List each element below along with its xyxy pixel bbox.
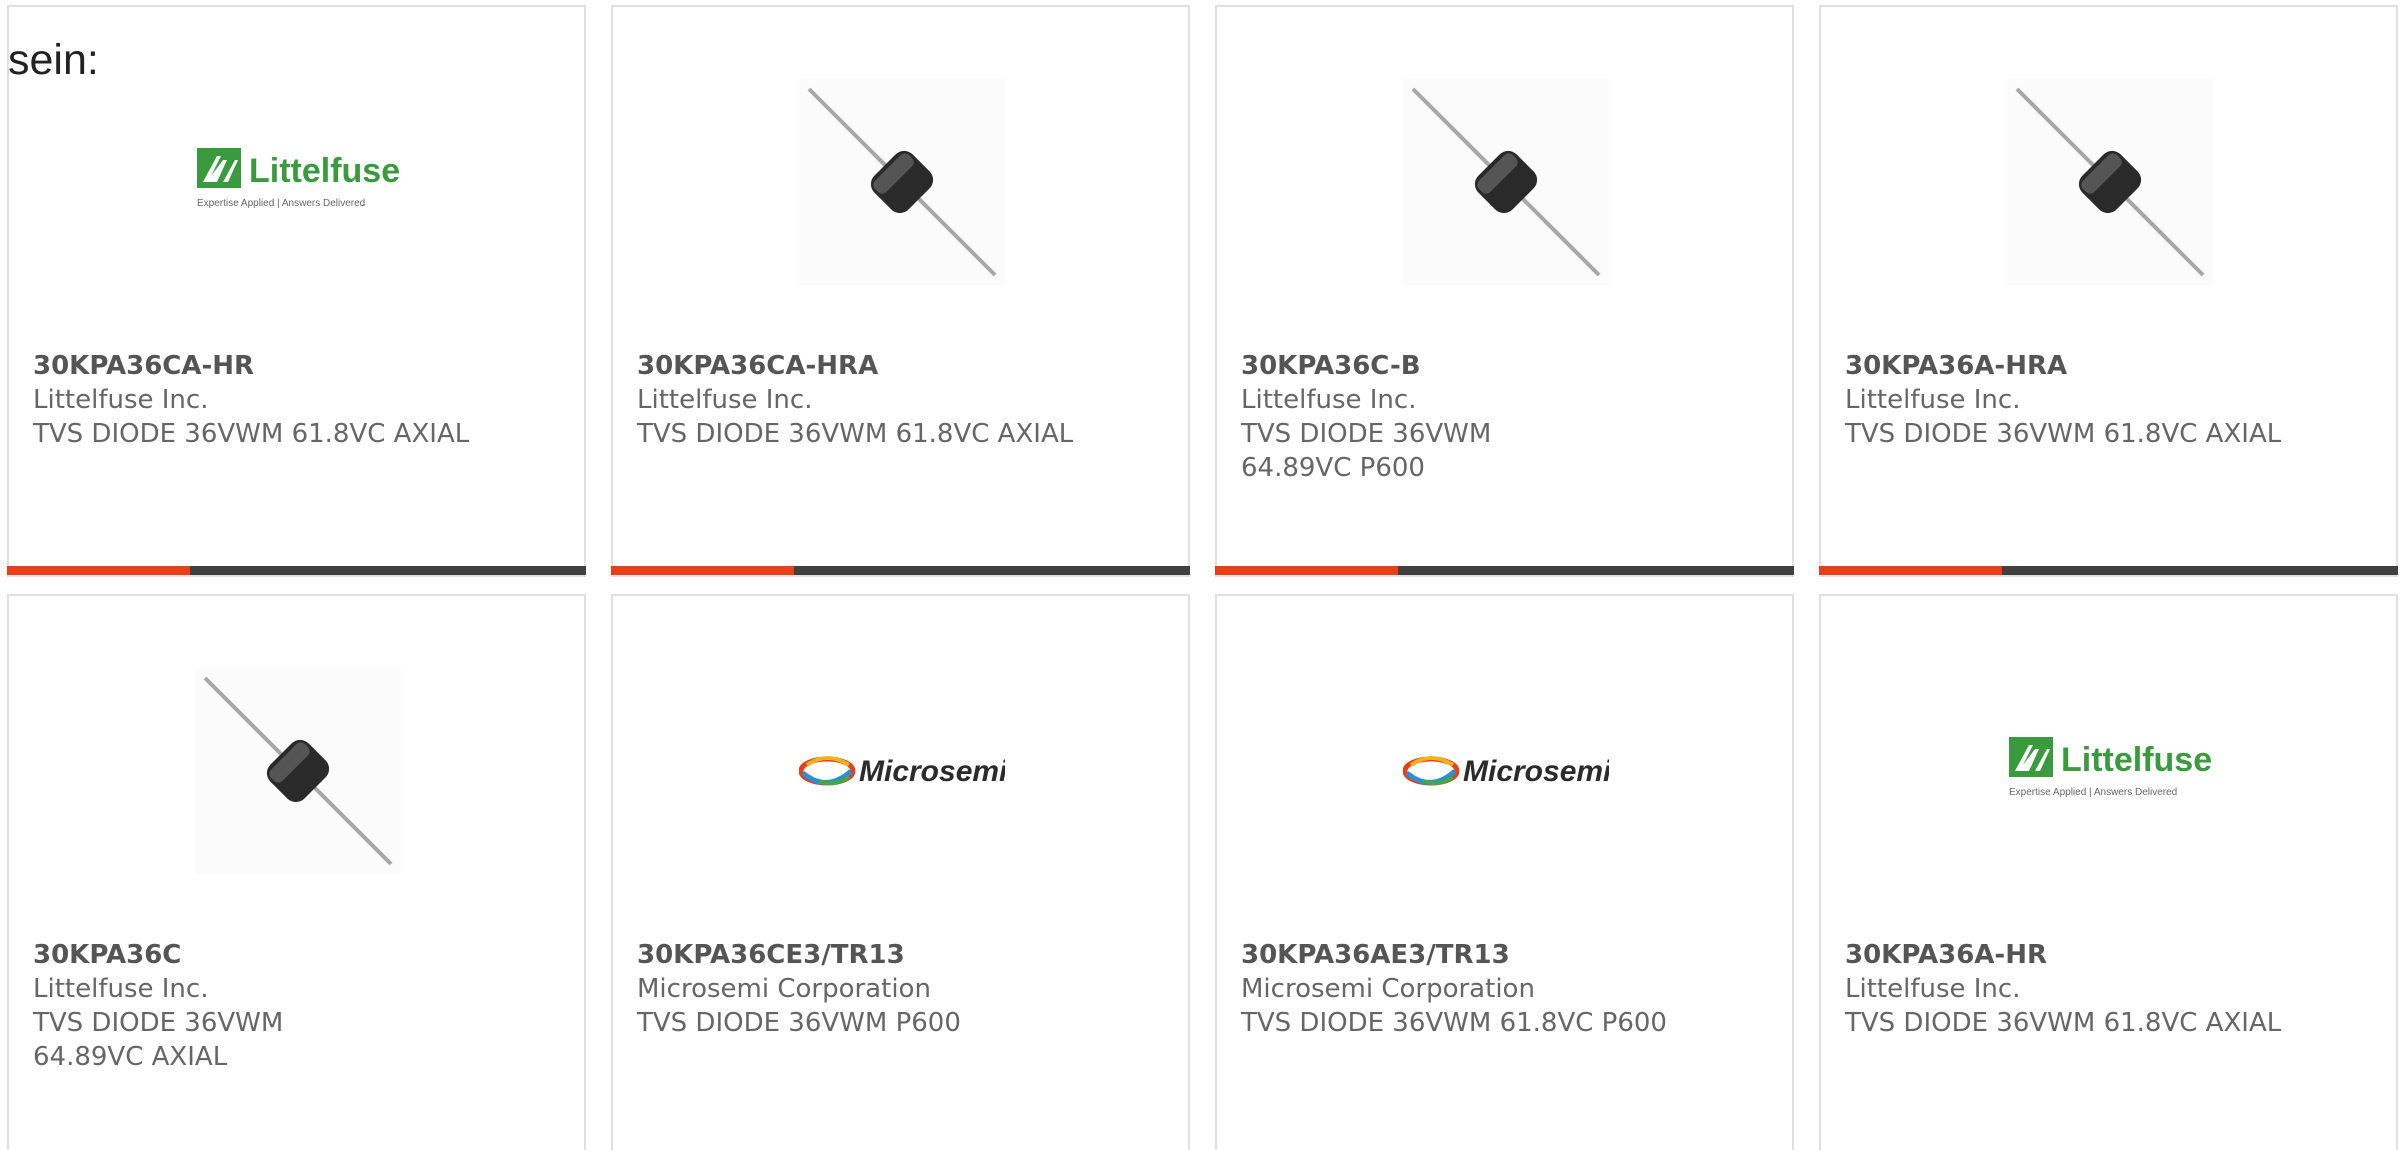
product-card-30kpa36a-hr[interactable]: Littelfuse Expertise Applied | Answers D… (1819, 594, 2398, 1150)
part-number[interactable]: 30KPA36A-HRA (1845, 349, 2285, 383)
axial-diode-photo (195, 668, 401, 874)
description: TVS DIODE 36VWM 61.8VC AXIAL (1845, 1008, 2282, 1038)
part-number[interactable]: 30KPA36C (33, 938, 473, 972)
intro-text: sein: (8, 36, 99, 84)
microsemi-logo: Microsemi (799, 668, 1005, 874)
card-accent-bar (1819, 566, 2398, 575)
littelfuse-logo: Littelfuse Expertise Applied | Answers D… (195, 79, 401, 285)
card-accent-bar (7, 566, 586, 575)
littelfuse-logo: Littelfuse Expertise Applied | Answers D… (2007, 668, 2213, 874)
part-number[interactable]: 30KPA36AE3/TR13 (1241, 938, 1681, 972)
manufacturer: Littelfuse Inc. (33, 974, 209, 1004)
axial-diode-photo (799, 79, 1005, 285)
part-number[interactable]: 30KPA36CA-HRA (637, 349, 1077, 383)
product-card-30kpa36c[interactable]: 30KPA36C Littelfuse Inc. TVS DIODE 36VWM… (7, 594, 586, 1150)
description: TVS DIODE 36VWM 61.8VC P600 (1241, 1008, 1667, 1038)
part-number[interactable]: 30KPA36CA-HR (33, 349, 473, 383)
description: TVS DIODE 36VWM 64.89VC AXIAL (33, 1008, 284, 1072)
product-card-30kpa36c-b[interactable]: 30KPA36C-B Littelfuse Inc. TVS DIODE 36V… (1215, 5, 1794, 577)
manufacturer: Littelfuse Inc. (1845, 974, 2021, 1004)
axial-diode-photo (2007, 79, 2213, 285)
description: TVS DIODE 36VWM 64.89VC P600 (1241, 419, 1492, 483)
svg-text:Expertise Applied | Answers De: Expertise Applied | Answers Delivered (197, 198, 365, 209)
svg-text:Littelfuse: Littelfuse (249, 152, 400, 190)
part-number[interactable]: 30KPA36CE3/TR13 (637, 938, 1077, 972)
product-card-30kpa36ca-hra[interactable]: 30KPA36CA-HRA Littelfuse Inc. TVS DIODE … (611, 5, 1190, 577)
manufacturer: Microsemi Corporation (637, 974, 931, 1004)
description: TVS DIODE 36VWM P600 (637, 1008, 961, 1038)
manufacturer: Littelfuse Inc. (637, 385, 813, 415)
svg-text:Littelfuse: Littelfuse (2061, 741, 2212, 779)
card-accent-bar (611, 566, 1190, 575)
product-card-30kpa36ca-hr[interactable]: Littelfuse Expertise Applied | Answers D… (7, 5, 586, 577)
product-card-30kpa36ce3-tr13[interactable]: Microsemi 30KPA36CE3/TR13 Microsemi Corp… (611, 594, 1190, 1150)
manufacturer: Microsemi Corporation (1241, 974, 1535, 1004)
manufacturer: Littelfuse Inc. (1845, 385, 2021, 415)
manufacturer: Littelfuse Inc. (1241, 385, 1417, 415)
description: TVS DIODE 36VWM 61.8VC AXIAL (1845, 419, 2282, 449)
manufacturer: Littelfuse Inc. (33, 385, 209, 415)
axial-diode-photo (1403, 79, 1609, 285)
product-card-30kpa36ae3-tr13[interactable]: Microsemi 30KPA36AE3/TR13 Microsemi Corp… (1215, 594, 1794, 1150)
part-number[interactable]: 30KPA36C-B (1241, 349, 1681, 383)
svg-text:Microsemi: Microsemi (859, 755, 1005, 788)
microsemi-logo: Microsemi (1403, 668, 1609, 874)
description: TVS DIODE 36VWM 61.8VC AXIAL (637, 419, 1074, 449)
description: TVS DIODE 36VWM 61.8VC AXIAL (33, 419, 470, 449)
product-card-30kpa36a-hra[interactable]: 30KPA36A-HRA Littelfuse Inc. TVS DIODE 3… (1819, 5, 2398, 577)
part-number[interactable]: 30KPA36A-HR (1845, 938, 2285, 972)
card-accent-bar (1215, 566, 1794, 575)
svg-text:Expertise Applied | Answers De: Expertise Applied | Answers Delivered (2009, 787, 2177, 798)
svg-text:Microsemi: Microsemi (1463, 755, 1609, 788)
